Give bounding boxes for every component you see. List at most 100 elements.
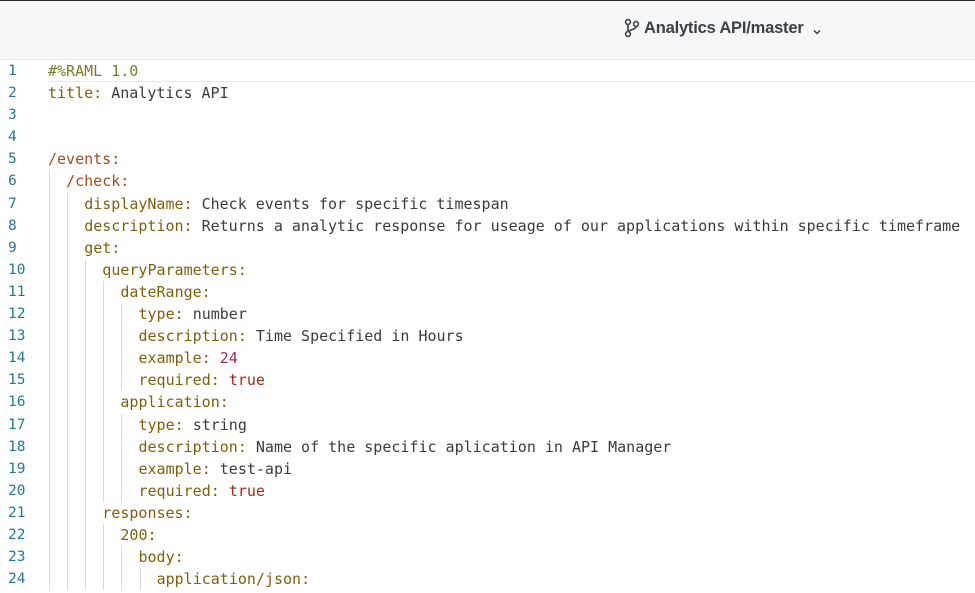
code-line[interactable]: 6/check:	[0, 170, 975, 193]
code-text: queryParameters:	[102, 259, 247, 281]
yaml-separator: :	[174, 305, 193, 324]
yaml-key: example	[138, 459, 202, 478]
code-line[interactable]: 16 application:	[0, 391, 975, 414]
yaml-separator: :	[183, 216, 202, 235]
code-line[interactable]: 18 description: Name of the specific apli…	[0, 435, 975, 458]
code-line[interactable]: 22 200:	[0, 523, 975, 547]
indent-guide	[67, 391, 69, 414]
yaml-key: body	[138, 548, 175, 567]
indent-guide	[49, 523, 50, 547]
yaml-separator: :	[201, 459, 220, 478]
line-number: 5	[8, 151, 17, 168]
yaml-separator: :	[237, 327, 256, 346]
yaml-value: number	[192, 305, 247, 324]
yaml-separator: :	[237, 260, 247, 279]
code-text: application:	[120, 391, 228, 413]
code-text: type: string	[139, 414, 247, 436]
indent-guide	[103, 546, 105, 569]
indent-guide	[49, 546, 50, 569]
yaml-value: test-api	[219, 459, 293, 478]
line-number: 21	[8, 504, 26, 521]
code-text: 200:	[120, 524, 156, 546]
yaml-separator: :	[111, 238, 121, 257]
code-line[interactable]: 4	[0, 126, 975, 148]
yaml-separator: :	[120, 172, 130, 191]
indent-guide	[121, 303, 123, 326]
code-line[interactable]: 14 example: 24	[0, 347, 975, 370]
code-line[interactable]: 20 required: true	[0, 479, 975, 502]
indent-guide	[121, 413, 123, 436]
code-line[interactable]: 11 dateRange:	[0, 280, 975, 304]
yaml-separator: :	[237, 437, 256, 456]
code-editor[interactable]: 1 #%RAML 1.0 2 title: Analytics API 3 4 5/even…	[0, 60, 975, 593]
line-number: 16	[8, 394, 26, 411]
code-text: required: true	[139, 369, 265, 391]
yaml-key: 200	[120, 525, 148, 544]
indent-guide	[67, 280, 69, 304]
code-line[interactable]: 2 title: Analytics API	[0, 82, 975, 104]
yaml-value: Check events for specific timespan	[201, 194, 509, 213]
yaml-separator: :	[174, 548, 184, 567]
line-number: 9	[8, 239, 17, 256]
indent-guide	[49, 479, 50, 502]
code-line[interactable]: 9 get:	[0, 236, 975, 259]
code-line[interactable]: 12 type: number	[0, 303, 975, 326]
code-line[interactable]: 7 displayName: Check events for specific …	[0, 192, 975, 215]
code-line[interactable]: 8 description: Returns a analytic respons…	[0, 214, 975, 237]
indent-guide	[121, 479, 123, 502]
yaml-value: string	[192, 415, 247, 434]
code-line[interactable]: 19 example: test-api	[0, 457, 975, 480]
indent-guide	[49, 280, 50, 304]
code-line[interactable]: 1 #%RAML 1.0	[0, 60, 975, 83]
line-number: 2	[8, 85, 17, 102]
indent-guide	[49, 457, 50, 480]
indent-guide	[103, 479, 105, 502]
code-line[interactable]: 15 required: true	[0, 369, 975, 392]
code-line[interactable]: 10 queryParameters:	[0, 258, 975, 281]
indent-guide	[103, 435, 105, 458]
yaml-value: Analytics API	[111, 84, 229, 103]
yaml-separator: :	[301, 570, 311, 589]
code-line[interactable]: 24 application/json:	[0, 568, 975, 591]
code-text: application/json:	[157, 568, 311, 590]
yaml-key: type	[138, 305, 175, 324]
yaml-separator: :	[183, 194, 202, 213]
code-text: required: true	[139, 480, 265, 502]
code-text: /events:	[48, 148, 120, 170]
yaml-separator: :	[201, 282, 211, 301]
indent-guide	[103, 325, 105, 348]
code-line[interactable]: 21 responses:	[0, 501, 975, 524]
indent-guide	[121, 369, 123, 392]
indent-guide	[49, 303, 50, 326]
code-line[interactable]: 5/events:	[0, 148, 975, 170]
code-text: description: Time Specified in Hours	[139, 325, 464, 347]
line-number: 10	[8, 261, 26, 278]
line-number: 22	[8, 526, 26, 543]
indent-guide	[49, 501, 50, 524]
yaml-key: queryParameters	[102, 260, 238, 279]
indent-guide	[121, 457, 123, 480]
branch-selector[interactable]: Analytics API/master	[623, 18, 822, 38]
code-line[interactable]: 3	[0, 104, 975, 126]
code-text: displayName: Check events for specific t…	[84, 193, 508, 215]
chevron-down-icon	[812, 23, 822, 35]
indent-guide	[85, 568, 87, 591]
indent-guide	[67, 192, 69, 215]
indent-guide	[67, 546, 69, 569]
code-text: example: 24	[139, 347, 238, 369]
yaml-key: example	[138, 349, 202, 368]
code-line[interactable]: 13 description: Time Specified in Hours	[0, 325, 975, 348]
indent-guide	[67, 347, 69, 370]
code-line[interactable]: 23 body:	[0, 546, 975, 569]
yaml-separator: :	[174, 415, 193, 434]
code-line[interactable]: 17 type: string	[0, 413, 975, 436]
indent-guide	[49, 214, 50, 237]
yaml-key: /events	[48, 150, 112, 169]
code-text: /check:	[66, 170, 129, 192]
indent-guide	[67, 258, 69, 281]
indent-guide	[85, 369, 87, 392]
line-number: 20	[8, 482, 26, 499]
indent-guide	[49, 568, 50, 591]
yaml-key: description	[138, 437, 238, 456]
indent-guide	[67, 457, 69, 480]
